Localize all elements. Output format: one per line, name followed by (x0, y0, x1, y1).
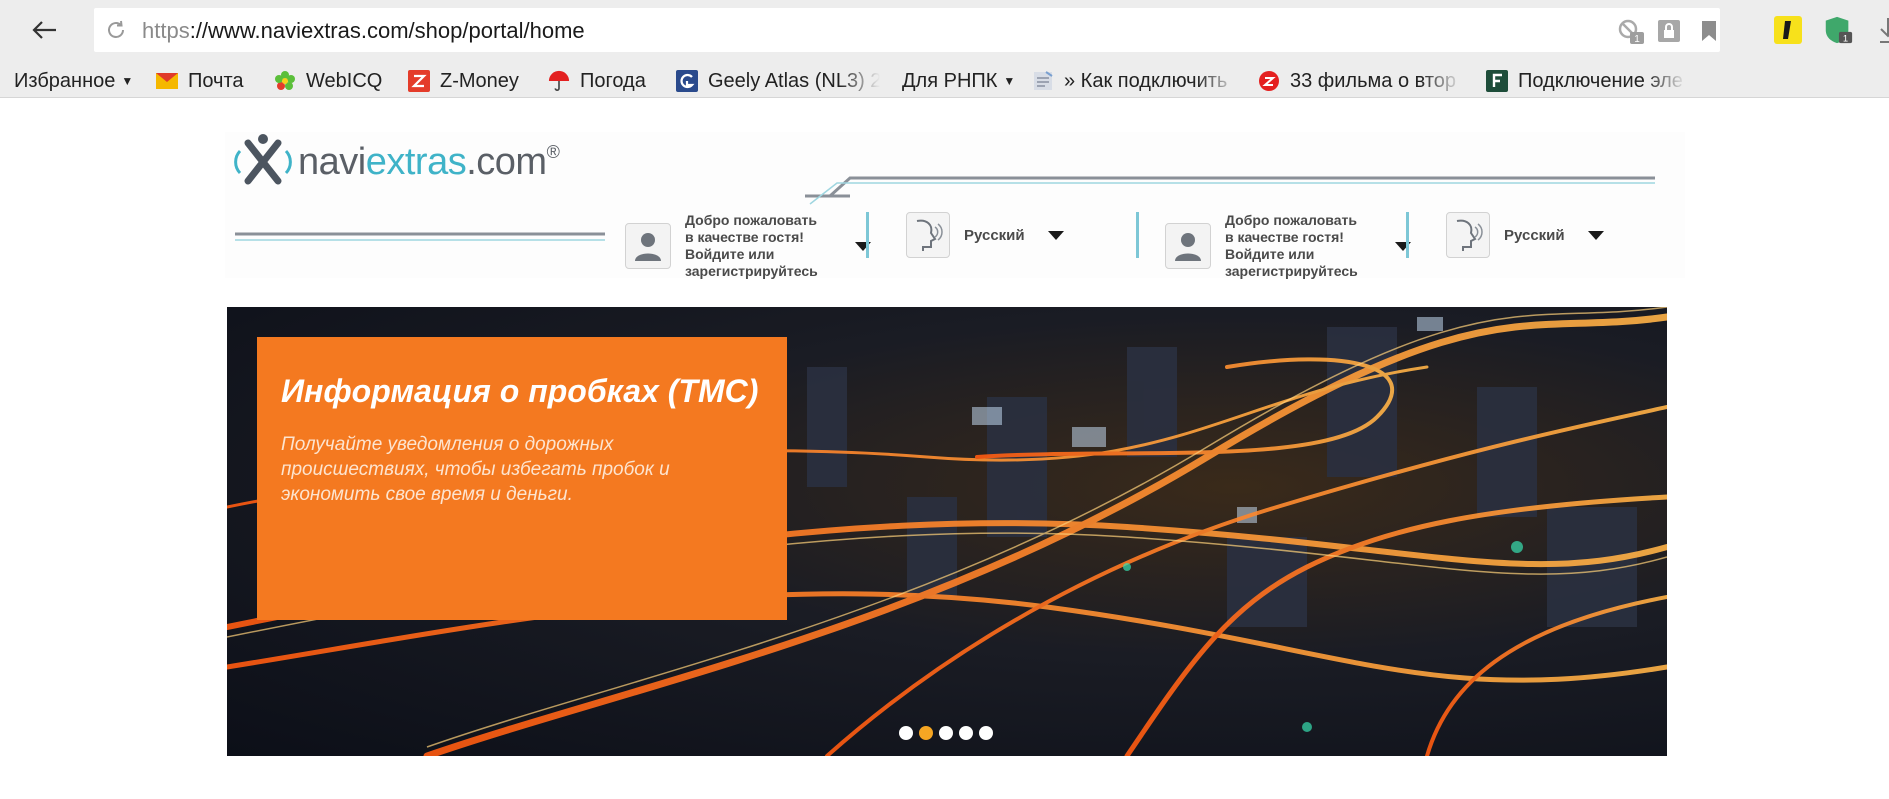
carousel-dot[interactable] (899, 726, 913, 740)
speaker-head-icon (1446, 212, 1490, 258)
divider (866, 212, 869, 258)
bookmark-favorites[interactable]: Избранное ▼ (14, 68, 133, 94)
divider (1406, 212, 1409, 258)
hero-carousel[interactable]: Информация о пробках (TMC) Получайте уве… (227, 307, 1667, 756)
speaker-head-icon (906, 212, 950, 258)
welcome-line: в качестве гостя! (1225, 229, 1344, 245)
page-icon (1032, 70, 1054, 92)
umbrella-icon (548, 70, 570, 92)
bookmark-label: Избранное (14, 69, 116, 92)
f-icon (1486, 70, 1508, 92)
g-icon (676, 70, 698, 92)
mail-icon (156, 70, 178, 92)
bookmark-how-to-connect[interactable]: » Как подключить (1032, 68, 1238, 94)
bookmark-mail[interactable]: Почта (156, 68, 244, 94)
welcome-text: Добро пожаловать в качестве гостя! Войди… (1225, 212, 1385, 280)
address-field[interactable]: https://www.naviextras.com/shop/portal/h… (94, 8, 1720, 52)
promo-title: Информация о пробках (TMC) (281, 373, 759, 409)
chevron-down-icon: ▼ (1003, 74, 1016, 88)
bookmark-icon[interactable] (1694, 17, 1724, 45)
avatar (625, 223, 671, 269)
login-widget[interactable]: Добро пожаловать в качестве гостя! Войди… (625, 212, 871, 280)
language-dropdown-arrow-icon[interactable] (1048, 230, 1064, 240)
welcome-line: зарегистрируйтесь (685, 263, 818, 279)
welcome-line: Добро пожаловать (685, 212, 817, 228)
zen-icon (1258, 70, 1280, 92)
welcome-line: Войдите или (685, 246, 775, 262)
url-path: ://www.naviextras.com/shop/portal/home (189, 18, 585, 43)
logo-registered: ® (546, 141, 560, 162)
language-selector[interactable]: Русский (1446, 212, 1604, 258)
bookmark-label: Подключение эле (1518, 69, 1683, 92)
bookmark-zen[interactable]: 33 фильма о втор (1258, 68, 1462, 94)
z-money-icon (408, 70, 430, 92)
language-label: Русский (1504, 226, 1565, 244)
language-dropdown-arrow-icon[interactable] (1588, 230, 1604, 240)
user-icon (635, 233, 661, 261)
bookmark-webicq[interactable]: WebICQ (274, 68, 382, 94)
carousel-dot[interactable] (939, 726, 953, 740)
browser-chrome: https://www.naviextras.com/shop/portal/h… (0, 0, 1889, 98)
user-icon (1175, 233, 1201, 261)
bookmark-geely[interactable]: Geely Atlas (NL3) 2 (676, 68, 880, 94)
welcome-line: Добро пожаловать (1225, 212, 1357, 228)
bookmark-label: Для РНПК (902, 69, 998, 92)
carousel-pagination (899, 726, 993, 740)
welcome-text: Добро пожаловать в качестве гостя! Войди… (685, 212, 845, 280)
yandex-extension-icon[interactable] (1772, 14, 1804, 46)
promo-description: Получайте уведомления о дорожных происше… (281, 434, 670, 505)
svg-text:1: 1 (1634, 34, 1640, 45)
bookmark-label: Z-Money (440, 69, 519, 92)
shield-extension-icon[interactable]: 1 (1822, 14, 1854, 46)
reload-icon[interactable] (104, 18, 128, 42)
welcome-line: Войдите или (1225, 246, 1315, 262)
address-bar-row: https://www.naviextras.com/shop/portal/h… (0, 0, 1889, 60)
avatar (1165, 223, 1211, 269)
welcome-line: зарегистрируйтесь (1225, 263, 1358, 279)
bookmark-label: Почта (188, 69, 244, 92)
back-arrow-icon (32, 21, 56, 39)
download-icon[interactable] (1872, 14, 1889, 46)
bookmark-label: WebICQ (306, 69, 383, 92)
url-scheme: https (142, 18, 190, 43)
lock-icon[interactable] (1654, 17, 1684, 45)
bookmark-label: Geely Atlas (NL3) 2 (708, 69, 880, 92)
bookmark-zmoney[interactable]: Z-Money (408, 68, 519, 94)
bookmark-rnpk-folder[interactable]: Для РНПК ▼ (902, 68, 1015, 94)
bookmark-label: 33 фильма о втор (1290, 69, 1456, 92)
language-label: Русский (964, 226, 1025, 244)
promo-card[interactable]: Информация о пробках (TMC) Получайте уве… (257, 337, 787, 620)
language-selector[interactable]: Русский (906, 212, 1064, 258)
bookmark-label: » Как подключить (1064, 69, 1228, 92)
icq-flower-icon (274, 70, 296, 92)
welcome-line: в качестве гостя! (685, 229, 804, 245)
carousel-dot[interactable] (979, 726, 993, 740)
web-page: naviextras.com® Добро пожаловать в качес… (0, 98, 1889, 799)
adblock-icon[interactable]: 1 (1616, 17, 1646, 45)
carousel-dot[interactable] (959, 726, 973, 740)
bookmark-connect-elec[interactable]: Подключение эле (1486, 68, 1686, 94)
bookmark-weather[interactable]: Погода (548, 68, 646, 94)
bookmark-label: Погода (580, 69, 646, 92)
back-button[interactable] (26, 12, 62, 48)
divider (1136, 212, 1139, 258)
url-text: https://www.naviextras.com/shop/portal/h… (142, 18, 585, 44)
login-widget[interactable]: Добро пожаловать в качестве гостя! Войди… (1165, 212, 1411, 280)
chevron-down-icon: ▼ (121, 74, 134, 88)
svg-text:1: 1 (1843, 32, 1848, 43)
bookmarks-bar: Избранное ▼ Почта WebICQ Z-Money Погода … (0, 62, 1889, 98)
carousel-dot-active[interactable] (919, 726, 933, 740)
